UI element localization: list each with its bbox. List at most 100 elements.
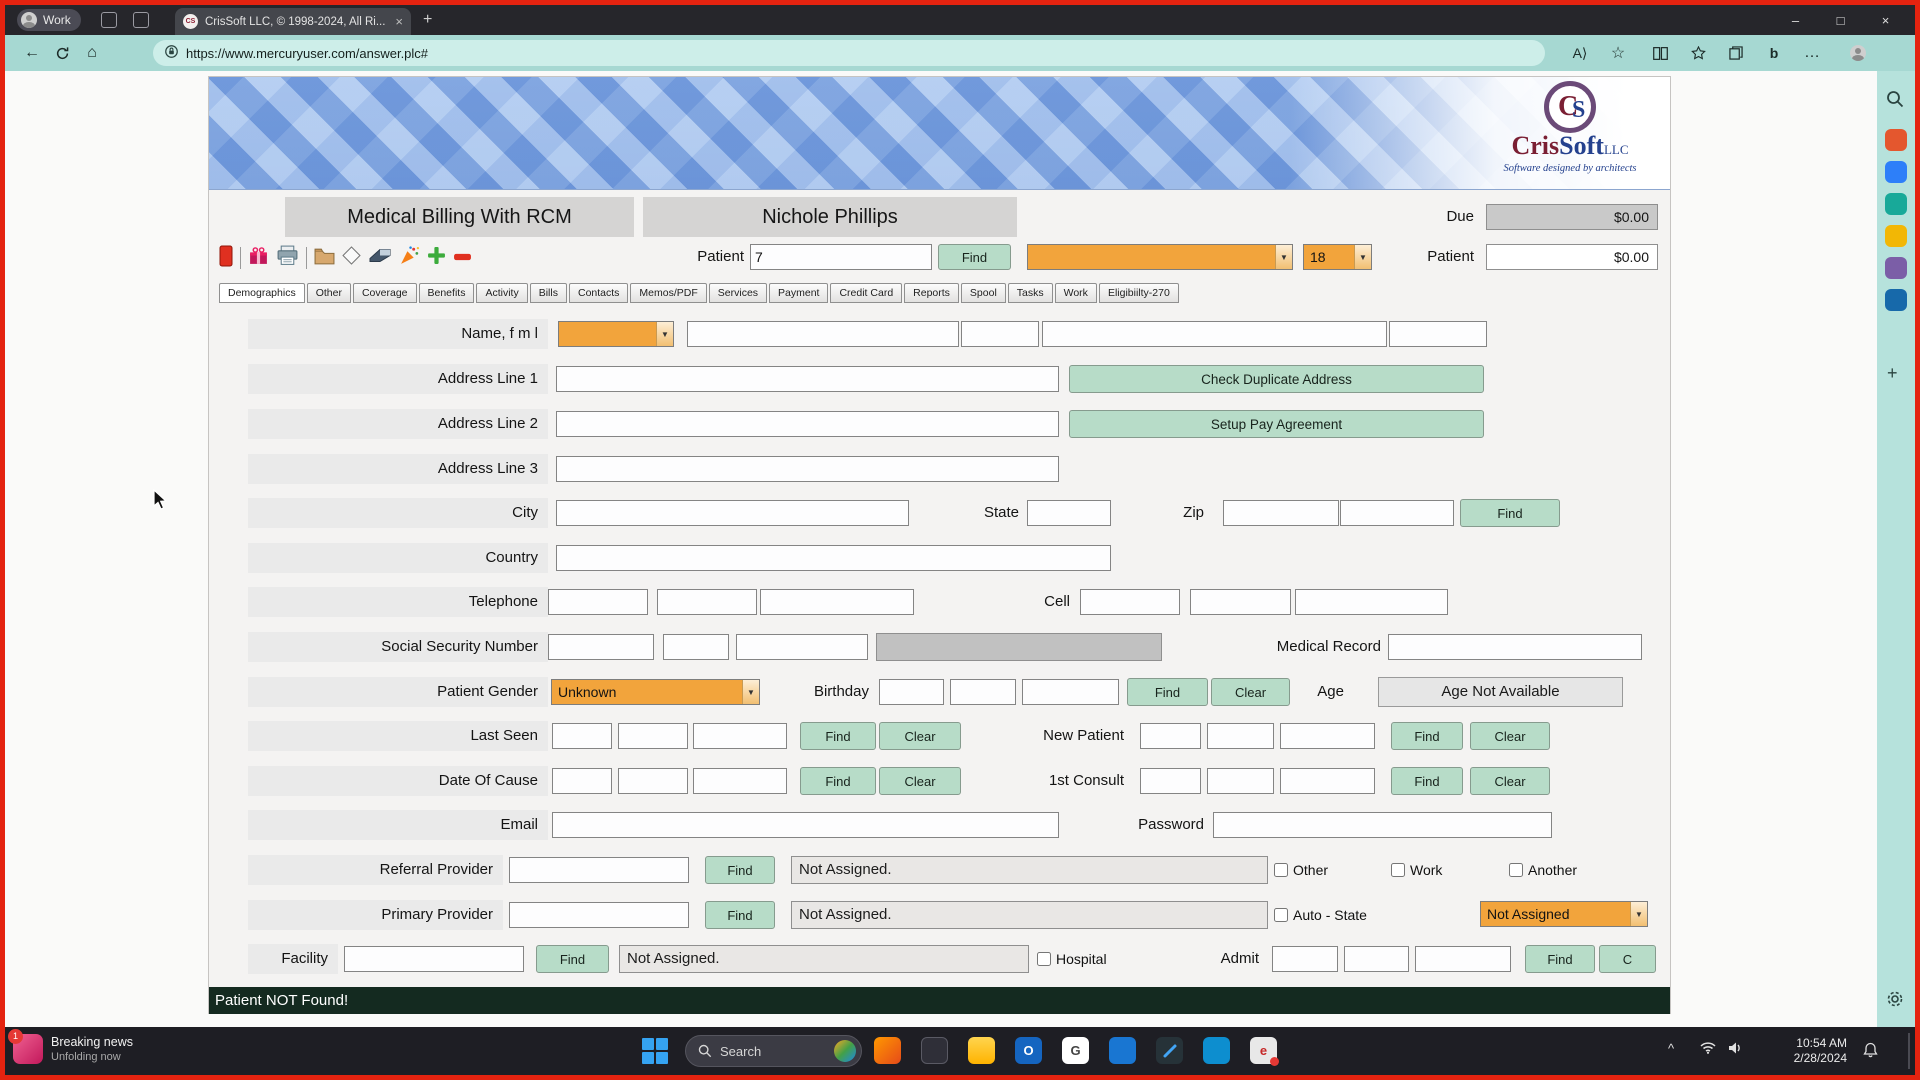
- tab-actions-icon[interactable]: [133, 12, 149, 28]
- ssn-part3-input[interactable]: [736, 634, 868, 660]
- work-checkbox-group[interactable]: Work: [1391, 857, 1442, 883]
- tray-chevron-icon[interactable]: ^: [1668, 1041, 1674, 1056]
- taskbar-search[interactable]: Search: [685, 1035, 862, 1067]
- last-seen-find-button[interactable]: Find: [800, 722, 876, 750]
- tab-other[interactable]: Other: [307, 283, 351, 303]
- facility-find-button[interactable]: Find: [536, 945, 609, 973]
- tab-contacts[interactable]: Contacts: [569, 283, 628, 303]
- patient-search-input[interactable]: [750, 244, 932, 270]
- primary-provider-input[interactable]: [509, 902, 689, 928]
- sidebar-app-icon-1[interactable]: [1885, 129, 1907, 151]
- country-input[interactable]: [556, 545, 1111, 571]
- tab-spool[interactable]: Spool: [961, 283, 1006, 303]
- settings-more-icon[interactable]: …: [1797, 40, 1827, 66]
- city-input[interactable]: [556, 500, 909, 526]
- sidebar-app-icon-4[interactable]: [1885, 225, 1907, 247]
- birthday-find-button[interactable]: Find: [1127, 678, 1208, 706]
- tab-bills[interactable]: Bills: [530, 283, 567, 303]
- new-tab-button[interactable]: +: [423, 11, 432, 29]
- cause-year-input[interactable]: [693, 768, 787, 794]
- taskbar-terminal-icon[interactable]: [921, 1037, 948, 1064]
- tab-demographics[interactable]: Demographics: [219, 283, 305, 303]
- other-checkbox-group[interactable]: Other: [1274, 857, 1328, 883]
- clock[interactable]: 10:54 AM 2/28/2024: [1767, 1036, 1847, 1066]
- cell-prefix-input[interactable]: [1190, 589, 1291, 615]
- tab-payment[interactable]: Payment: [769, 283, 828, 303]
- admit-month-input[interactable]: [1272, 946, 1338, 972]
- primary-assignment-select[interactable]: Not Assigned ▼: [1480, 901, 1648, 927]
- new-patient-find-button[interactable]: Find: [1391, 722, 1463, 750]
- other-checkbox[interactable]: [1274, 863, 1288, 877]
- birthday-clear-button[interactable]: Clear: [1211, 678, 1290, 706]
- file-explorer-icon[interactable]: [968, 1037, 995, 1064]
- birthday-month-input[interactable]: [879, 679, 944, 705]
- read-aloud-icon[interactable]: A⟩: [1565, 40, 1595, 66]
- tab-credit-card[interactable]: Credit Card: [830, 283, 902, 303]
- password-input[interactable]: [1213, 812, 1552, 838]
- referral-find-button[interactable]: Find: [705, 856, 775, 884]
- browser-essentials-icon[interactable]: b: [1759, 40, 1789, 66]
- admit-c-button[interactable]: C: [1599, 945, 1656, 973]
- address-bar[interactable]: https://www.mercuryuser.com/answer.plc#: [153, 40, 1545, 66]
- sidebar-app-icon-5[interactable]: [1885, 257, 1907, 279]
- new-patient-year-input[interactable]: [1280, 723, 1375, 749]
- mail-app-icon[interactable]: e: [1250, 1037, 1277, 1064]
- show-desktop-strip[interactable]: [1908, 1033, 1910, 1069]
- tab-work[interactable]: Work: [1055, 283, 1097, 303]
- taskbar-app-icon-3[interactable]: [1203, 1037, 1230, 1064]
- birthday-day-input[interactable]: [950, 679, 1016, 705]
- start-button[interactable]: [642, 1038, 668, 1064]
- name-title-select[interactable]: ▼: [558, 321, 674, 347]
- zip-plus4-input[interactable]: [1340, 500, 1454, 526]
- cell-number-input[interactable]: [1295, 589, 1448, 615]
- new-patient-clear-button[interactable]: Clear: [1470, 722, 1550, 750]
- name-suffix-input[interactable]: [1389, 321, 1487, 347]
- maximize-button[interactable]: □: [1818, 5, 1863, 35]
- browser-tab[interactable]: CS CrisSoft LLC, © 1998-2024, All Ri... …: [175, 8, 411, 35]
- birthday-year-input[interactable]: [1022, 679, 1119, 705]
- admit-year-input[interactable]: [1415, 946, 1511, 972]
- cause-clear-button[interactable]: Clear: [879, 767, 961, 795]
- cause-find-button[interactable]: Find: [800, 767, 876, 795]
- telephone-area-input[interactable]: [548, 589, 648, 615]
- work-checkbox[interactable]: [1391, 863, 1405, 877]
- hospital-checkbox-group[interactable]: Hospital: [1037, 946, 1107, 972]
- sidebar-add-icon[interactable]: +: [1887, 363, 1898, 384]
- telephone-number-input[interactable]: [760, 589, 914, 615]
- sidebar-app-icon-6[interactable]: [1885, 289, 1907, 311]
- taskbar-app-icon-1[interactable]: [874, 1037, 901, 1064]
- pen-app-icon[interactable]: [1156, 1037, 1183, 1064]
- new-patient-month-input[interactable]: [1140, 723, 1201, 749]
- minimize-button[interactable]: –: [1773, 5, 1818, 35]
- facility-input[interactable]: [344, 946, 524, 972]
- site-info-icon[interactable]: [165, 45, 178, 61]
- telephone-prefix-input[interactable]: [657, 589, 757, 615]
- volume-icon[interactable]: [1728, 1041, 1743, 1058]
- last-seen-month-input[interactable]: [552, 723, 612, 749]
- print-icon[interactable]: [276, 245, 299, 271]
- tab-benefits[interactable]: Benefits: [419, 283, 475, 303]
- zip-find-button[interactable]: Find: [1460, 499, 1560, 527]
- folder-icon[interactable]: [314, 247, 335, 270]
- home-button[interactable]: ⌂: [77, 39, 107, 67]
- email-input[interactable]: [552, 812, 1059, 838]
- admit-day-input[interactable]: [1344, 946, 1409, 972]
- consult-find-button[interactable]: Find: [1391, 767, 1463, 795]
- browser-profile-chip[interactable]: Work: [17, 9, 81, 31]
- middle-name-input[interactable]: [961, 321, 1039, 347]
- tab-memos-pdf[interactable]: Memos/PDF: [630, 283, 706, 303]
- tab-activity[interactable]: Activity: [476, 283, 527, 303]
- zip-input[interactable]: [1223, 500, 1339, 526]
- patient-find-button[interactable]: Find: [938, 244, 1011, 270]
- another-checkbox[interactable]: [1509, 863, 1523, 877]
- back-button[interactable]: ←: [17, 39, 47, 67]
- add-icon[interactable]: [427, 246, 446, 270]
- patient-list-select[interactable]: ▼: [1027, 244, 1293, 270]
- primary-find-button[interactable]: Find: [705, 901, 775, 929]
- consult-month-input[interactable]: [1140, 768, 1201, 794]
- settings-gear-icon[interactable]: [1885, 989, 1907, 1011]
- tab-reports[interactable]: Reports: [904, 283, 959, 303]
- auto-state-checkbox-group[interactable]: Auto - State: [1274, 902, 1367, 928]
- hospital-checkbox[interactable]: [1037, 952, 1051, 966]
- last-seen-year-input[interactable]: [693, 723, 787, 749]
